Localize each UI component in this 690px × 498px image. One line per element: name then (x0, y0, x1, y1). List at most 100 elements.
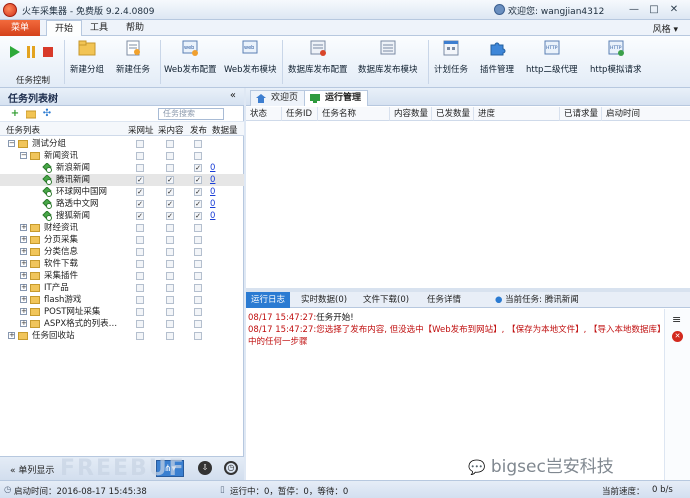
tree-folder-row[interactable]: + 分页采集 (0, 234, 244, 246)
publish-checkbox[interactable] (194, 320, 202, 328)
expand-icon[interactable]: + (20, 224, 27, 231)
collect-content-checkbox[interactable] (166, 320, 174, 328)
expand-icon[interactable]: + (20, 308, 27, 315)
close-icon[interactable]: ✕ (666, 2, 682, 17)
col-data-count[interactable]: 数据量 (212, 124, 238, 136)
collect-url-checkbox[interactable] (136, 260, 144, 268)
col-task-id[interactable]: 任务ID (282, 107, 318, 121)
tab-realtime-data[interactable]: 实时数据(0) (296, 292, 352, 308)
tab-file-download[interactable]: 文件下载(0) (358, 292, 414, 308)
tree-folder-row[interactable]: + flash游戏 (0, 294, 244, 306)
tree-folder-row[interactable]: + POST网址采集 (0, 306, 244, 318)
single-column-toggle[interactable]: « 单列显示 (10, 463, 54, 476)
tree-task-row[interactable]: 环球网中国网 ✓ ✓ ✓ 0 (0, 186, 244, 198)
collect-content-checkbox[interactable] (166, 236, 174, 244)
publish-checkbox[interactable] (194, 284, 202, 292)
expand-icon[interactable]: + (20, 248, 27, 255)
collect-content-checkbox[interactable] (166, 284, 174, 292)
tab-task-detail[interactable]: 任务详情 (422, 292, 466, 308)
col-collect-url[interactable]: 采网址 (128, 124, 154, 136)
download-cloud-icon[interactable]: ⇩ (198, 461, 212, 475)
collect-content-checkbox[interactable] (166, 140, 174, 148)
data-count-link[interactable]: 0 (210, 210, 215, 222)
publish-checkbox[interactable] (194, 224, 202, 232)
expand-icon[interactable]: + (20, 320, 27, 327)
collect-content-checkbox[interactable] (166, 224, 174, 232)
main-menu-button[interactable]: 菜单 (0, 20, 40, 36)
publish-checkbox[interactable] (194, 152, 202, 160)
tree-folder-row[interactable]: + ASPX格式的列表… (0, 318, 244, 330)
collect-content-checkbox[interactable]: ✓ (166, 212, 174, 220)
publish-checkbox[interactable] (194, 140, 202, 148)
expand-icon[interactable]: + (20, 284, 27, 291)
publish-checkbox[interactable] (194, 332, 202, 340)
data-count-link[interactable]: 0 (210, 174, 215, 186)
tree-task-row[interactable]: 路透中文网 ✓ ✓ ✓ 0 (0, 198, 244, 210)
menu-icon[interactable]: ≡ (672, 313, 681, 326)
col-published-count[interactable]: 已发数量 (432, 107, 474, 121)
publish-checkbox[interactable] (194, 260, 202, 268)
collect-url-checkbox[interactable] (136, 236, 144, 244)
expand-icon[interactable]: + (20, 236, 27, 243)
publish-checkbox[interactable]: ✓ (194, 164, 202, 172)
tree-folder-row[interactable]: + 软件下载 (0, 258, 244, 270)
collapse-panel-icon[interactable]: « (230, 90, 236, 101)
data-count-link[interactable]: 0 (210, 198, 215, 210)
collect-content-checkbox[interactable]: ✓ (166, 176, 174, 184)
data-count-link[interactable]: 0 (210, 162, 215, 174)
collect-content-checkbox[interactable]: ✓ (166, 200, 174, 208)
tree-folder-row[interactable]: + 财经资讯 (0, 222, 244, 234)
web-publish-config-button[interactable]: web Web发布配置 (164, 40, 217, 75)
expand-icon[interactable]: + (20, 296, 27, 303)
maximize-icon[interactable]: □ (646, 2, 662, 17)
clock-icon[interactable]: ◷ (224, 461, 238, 475)
tree-folder-row[interactable]: − 新闻资讯 (0, 150, 244, 162)
publish-checkbox[interactable] (194, 308, 202, 316)
db-publish-config-button[interactable]: 数据库发布配置 (288, 40, 348, 75)
tree-folder-row[interactable]: + 采集插件 (0, 270, 244, 282)
collect-url-checkbox[interactable] (136, 224, 144, 232)
collect-content-checkbox[interactable] (166, 164, 174, 172)
minimize-icon[interactable]: — (626, 2, 642, 17)
collect-url-checkbox[interactable] (136, 248, 144, 256)
publish-checkbox[interactable]: ✓ (194, 200, 202, 208)
publish-checkbox[interactable]: ✓ (194, 212, 202, 220)
collect-url-checkbox[interactable]: ✓ (136, 176, 144, 184)
collect-content-checkbox[interactable] (166, 152, 174, 160)
publish-checkbox[interactable] (194, 272, 202, 280)
folder-add-icon[interactable] (25, 109, 37, 119)
col-content-count[interactable]: 内容数量 (390, 107, 432, 121)
col-task-name[interactable]: 任务名称 (318, 107, 390, 121)
col-start-time[interactable]: 启动时间 (602, 107, 690, 121)
publish-checkbox[interactable] (194, 248, 202, 256)
col-publish[interactable]: 发布 (190, 124, 207, 136)
col-status[interactable]: 状态 (246, 107, 282, 121)
expand-icon[interactable]: + (8, 332, 15, 339)
db-publish-module-button[interactable]: 数据库发布模块 (358, 40, 418, 75)
tab-run-log[interactable]: 运行日志 (246, 292, 291, 308)
tree-task-row[interactable]: 新浪新闻 ✓ 0 (0, 162, 244, 174)
web-publish-module-button[interactable]: web Web发布模块 (224, 40, 277, 75)
tab-welcome[interactable]: 欢迎页 (250, 90, 306, 106)
collect-content-checkbox[interactable] (166, 248, 174, 256)
tab-start[interactable]: 开始 (46, 20, 83, 36)
expand-icon[interactable]: + (20, 260, 27, 267)
tab-run-management[interactable]: 运行管理 (304, 90, 369, 106)
expand-all-icon[interactable]: ✣ (42, 109, 52, 119)
collect-url-checkbox[interactable]: ✓ (136, 188, 144, 196)
collapse-icon[interactable]: − (20, 152, 27, 159)
collect-content-checkbox[interactable]: ✓ (166, 188, 174, 196)
collapse-icon[interactable]: − (8, 140, 15, 147)
expand-icon[interactable]: + (20, 272, 27, 279)
style-menu[interactable]: 风格 ▾ (653, 22, 678, 35)
collect-content-checkbox[interactable] (166, 296, 174, 304)
collect-url-checkbox[interactable] (136, 272, 144, 280)
collect-content-checkbox[interactable] (166, 332, 174, 340)
data-count-link[interactable]: 0 (210, 186, 215, 198)
collect-url-checkbox[interactable] (136, 284, 144, 292)
tree-task-row[interactable]: 腾讯新闻 ✓ ✓ ✓ 0 (0, 174, 244, 186)
publish-checkbox[interactable]: ✓ (194, 176, 202, 184)
collect-content-checkbox[interactable] (166, 272, 174, 280)
collect-url-checkbox[interactable] (136, 140, 144, 148)
http-simulate-button[interactable]: HTTP http模拟请求 (590, 40, 641, 75)
